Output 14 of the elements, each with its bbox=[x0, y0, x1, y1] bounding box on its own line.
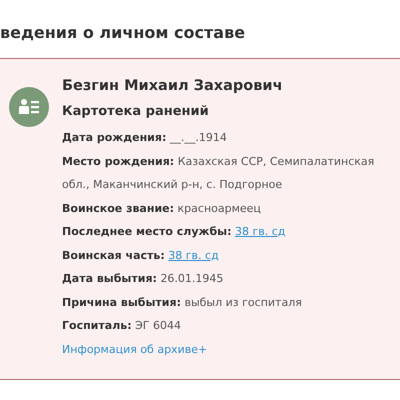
field-link[interactable]: 38 гв. сд bbox=[235, 225, 286, 238]
person-name: Безгин Михаил Захарович bbox=[62, 77, 284, 96]
field-text: Дата рождения: __.__.1914 bbox=[62, 130, 228, 146]
section-title: ведения о личном составе bbox=[0, 22, 246, 44]
field-text: Воинское звание: красноармеец bbox=[62, 200, 262, 216]
field-text: Госпиталь: ЭГ 6044 bbox=[62, 318, 182, 334]
field-link[interactable]: 38 гв. сд bbox=[168, 248, 219, 262]
field-label: Последнее место службы: bbox=[62, 225, 232, 238]
archive-info-link[interactable]: Информация об архиве+ bbox=[62, 338, 208, 362]
field-text: Дата выбытия: 26.01.1945 bbox=[62, 271, 224, 287]
record-source: Картотека ранений bbox=[62, 103, 210, 121]
field-text: Причина выбытия: выбыл из госпиталя bbox=[62, 294, 303, 310]
field-label: Воинская часть: bbox=[62, 248, 165, 262]
person-list-icon bbox=[9, 87, 49, 127]
